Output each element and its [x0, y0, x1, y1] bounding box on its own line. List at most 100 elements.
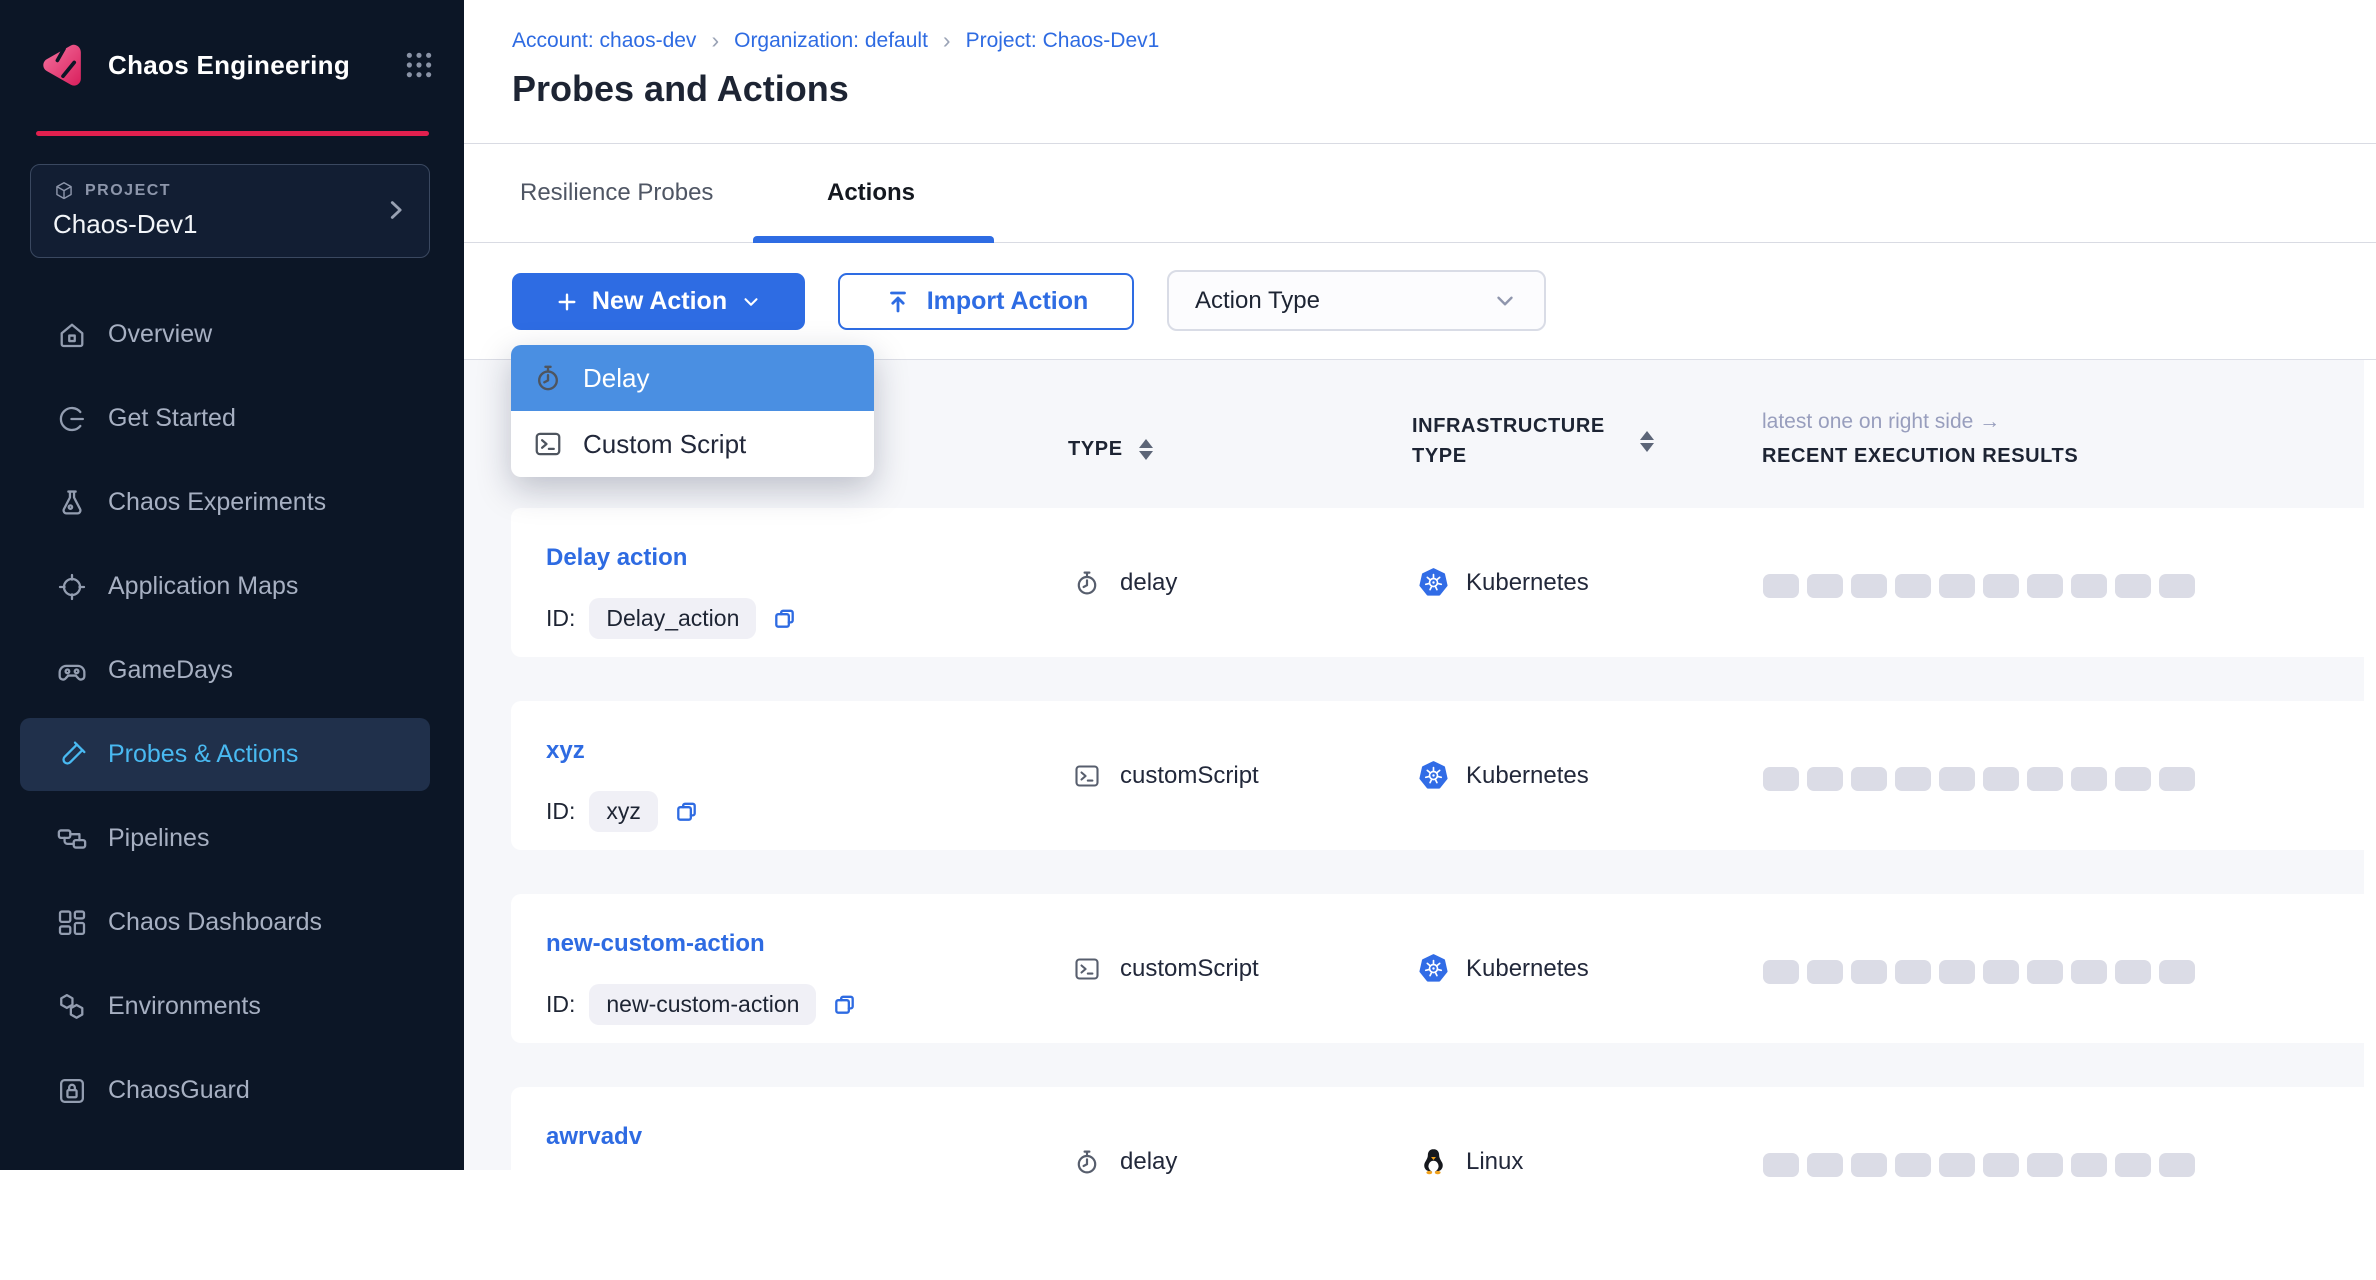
execution-result-placeholder [2115, 1153, 2151, 1177]
sidebar-header: Chaos Engineering [36, 38, 434, 92]
breadcrumb-separator: › [711, 27, 719, 54]
sidebar-item-probes-actions[interactable]: Probes & Actions [20, 718, 430, 791]
menu-item-custom-script[interactable]: Custom Script [511, 411, 874, 477]
execution-result-placeholder [1851, 1153, 1887, 1177]
execution-result-placeholder [2115, 767, 2151, 791]
import-action-button[interactable]: Import Action [838, 273, 1134, 330]
execution-result-placeholder [1983, 960, 2019, 984]
type-value: delay [1120, 1148, 1177, 1176]
sidebar-item-pipelines[interactable]: Pipelines [20, 802, 430, 875]
sidebar-item-chaos-experiments[interactable]: Chaos Experiments [20, 466, 430, 539]
gamepad-icon [56, 655, 88, 687]
terminal-icon [1073, 955, 1101, 983]
type-cell: customScript [1073, 894, 1259, 1043]
apps-grid-icon[interactable] [404, 50, 434, 80]
lock-icon [56, 1075, 88, 1107]
target-icon [56, 571, 88, 603]
tab-actions[interactable]: Actions [827, 144, 915, 242]
project-selector[interactable]: PROJECT Chaos-Dev1 [30, 164, 430, 258]
execution-result-placeholder [1763, 1153, 1799, 1177]
scrollbar-track[interactable] [2364, 360, 2376, 1170]
table-row: awrvadv delay Linux [511, 1087, 2376, 1236]
breadcrumb-link[interactable]: Project: Chaos-Dev1 [966, 29, 1160, 53]
column-header-infrastructure-type[interactable]: INFRASTRUCTURE TYPE [1412, 411, 1654, 471]
sidebar-item-label: GameDays [108, 656, 233, 685]
kubernetes-icon [1418, 953, 1449, 984]
type-cell: delay [1073, 1087, 1177, 1236]
sidebar: Chaos Engineering PROJECT Chaos-Dev1 Ove… [0, 0, 464, 1170]
linux-icon [1418, 1146, 1449, 1177]
harness-chaos-logo-icon [36, 39, 89, 92]
copy-icon[interactable] [673, 798, 700, 825]
execution-result-placeholder [1939, 1153, 1975, 1177]
action-name-link[interactable]: Delay action [546, 544, 687, 572]
new-action-button[interactable]: New Action [512, 273, 805, 330]
flask-icon [56, 487, 88, 519]
copy-icon[interactable] [831, 991, 858, 1018]
chevron-down-icon [740, 291, 762, 313]
action-id-row: ID: Delay_action [546, 598, 798, 639]
cube-icon [53, 180, 75, 202]
sidebar-item-overview[interactable]: Overview [20, 298, 430, 371]
sidebar-item-chaos-dashboards[interactable]: Chaos Dashboards [20, 886, 430, 959]
execution-result-placeholder [1983, 767, 2019, 791]
execution-result-placeholder [2071, 1153, 2107, 1177]
action-id-value: new-custom-action [589, 984, 816, 1025]
column-header-type[interactable]: TYPE [1068, 438, 1153, 461]
page-title: Probes and Actions [512, 68, 849, 110]
project-label: PROJECT [53, 180, 407, 202]
execution-result-placeholder [2027, 767, 2063, 791]
breadcrumb: Account: chaos-dev › Organization: default… [512, 27, 1159, 54]
tab-resilience-probes[interactable]: Resilience Probes [520, 144, 713, 242]
recent-execution-results [1763, 767, 2195, 791]
sidebar-nav: Overview Get Started Chaos Experiments A… [20, 298, 430, 1138]
home-icon [56, 319, 88, 351]
action-name-link[interactable]: xyz [546, 737, 585, 765]
sidebar-item-label: Chaos Experiments [108, 488, 326, 517]
main-content: Account: chaos-dev › Organization: default… [464, 0, 2376, 1170]
execution-result-placeholder [1895, 574, 1931, 598]
execution-result-placeholder [1763, 767, 1799, 791]
execution-result-placeholder [2071, 574, 2107, 598]
breadcrumb-link[interactable]: Account: chaos-dev [512, 29, 696, 53]
plus-icon [555, 290, 579, 314]
action-id-value: xyz [589, 791, 658, 832]
execution-result-placeholder [1939, 960, 1975, 984]
infrastructure-value: Linux [1466, 1148, 1523, 1176]
action-name-link[interactable]: awrvadv [546, 1123, 642, 1151]
id-label: ID: [546, 991, 575, 1018]
infrastructure-cell: Linux [1418, 1087, 1523, 1236]
infrastructure-cell: Kubernetes [1418, 701, 1589, 850]
execution-result-placeholder [1851, 574, 1887, 598]
copy-icon[interactable] [771, 605, 798, 632]
execution-result-placeholder [1851, 767, 1887, 791]
id-label: ID: [546, 605, 575, 632]
recent-results-hint: latest one on right side → [1762, 410, 2078, 434]
project-name: Chaos-Dev1 [53, 209, 407, 240]
infrastructure-cell: Kubernetes [1418, 894, 1589, 1043]
sidebar-item-environments[interactable]: Environments [20, 970, 430, 1043]
sidebar-item-gamedays[interactable]: GameDays [20, 634, 430, 707]
stopwatch-icon [1073, 569, 1101, 597]
execution-result-placeholder [1895, 767, 1931, 791]
kubernetes-icon [1418, 567, 1449, 598]
sort-icon [1139, 439, 1153, 460]
action-type-select[interactable]: Action Type [1167, 270, 1546, 331]
chevron-down-icon [1492, 288, 1518, 314]
execution-result-placeholder [1807, 960, 1843, 984]
sidebar-item-get-started[interactable]: Get Started [20, 382, 430, 455]
sidebar-item-label: Environments [108, 992, 261, 1021]
table-row: Delay action ID: Delay_action delay Kube… [511, 508, 2376, 657]
test-tube-icon [56, 739, 88, 771]
breadcrumb-link[interactable]: Organization: default [734, 29, 928, 53]
table-row: new-custom-action ID: new-custom-action … [511, 894, 2376, 1043]
new-action-menu: Delay Custom Script [511, 345, 874, 477]
action-id-value: Delay_action [589, 598, 756, 639]
sidebar-item-label: Pipelines [108, 824, 209, 853]
execution-result-placeholder [2027, 1153, 2063, 1177]
menu-item-delay[interactable]: Delay [511, 345, 874, 411]
sidebar-item-application-maps[interactable]: Application Maps [20, 550, 430, 623]
chevron-right-icon[interactable] [383, 197, 409, 223]
sidebar-item-chaosguard[interactable]: ChaosGuard [20, 1054, 430, 1127]
action-name-link[interactable]: new-custom-action [546, 930, 765, 958]
